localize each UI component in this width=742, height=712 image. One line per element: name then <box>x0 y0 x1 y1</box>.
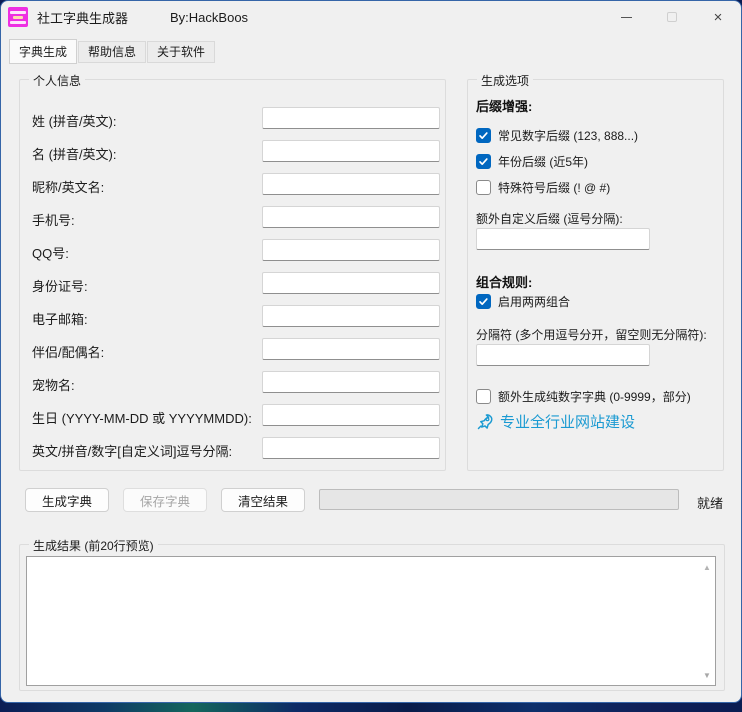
tab-help-info[interactable]: 帮助信息 <box>78 41 147 63</box>
suffix-section-title: 后缀增强: <box>476 99 533 114</box>
extra-suffix-input[interactable] <box>476 228 650 250</box>
numeric-dict-label: 额外生成纯数字字典 (0-9999，部分) <box>498 390 691 404</box>
clear-button[interactable]: 清空结果 <box>221 488 305 512</box>
form-row-surname: 姓 (拼音/英文): <box>32 107 440 129</box>
pairwise-combo-label: 启用两两组合 <box>498 295 571 309</box>
scroll-up-icon[interactable]: ▲ <box>700 560 714 574</box>
extra-suffix-input-wrap <box>476 228 650 250</box>
common-number-suffix-checkbox[interactable] <box>476 128 491 143</box>
options-legend: 生成选项 <box>477 72 534 89</box>
customwords-label: 英文/拼音/数字[自定义词]逗号分隔: <box>32 444 233 459</box>
nickname-label: 昵称/英文名: <box>32 180 105 195</box>
window-byline: By:HackBoos <box>170 9 249 25</box>
maximize-icon <box>649 1 695 33</box>
year-suffix-checkbox[interactable] <box>476 154 491 169</box>
numeric-dict-row: 额外生成纯数字字典 (0-9999，部分) <box>476 388 691 405</box>
year-suffix-row: 年份后缀 (近5年) <box>476 153 588 170</box>
form-row-phone: 手机号: <box>32 206 440 228</box>
year-suffix-label: 年份后缀 (近5年) <box>498 155 589 169</box>
form-row-firstname: 名 (拼音/英文): <box>32 140 440 162</box>
form-row-pet: 宠物名: <box>32 371 440 393</box>
form-row-partner: 伴侣/配偶名: <box>32 338 440 360</box>
idcard-label: 身份证号: <box>32 279 88 294</box>
firstname-label: 名 (拼音/英文): <box>32 147 117 162</box>
surname-input[interactable] <box>262 107 440 129</box>
email-label: 电子邮箱: <box>32 312 88 327</box>
tab-strip: 字典生成 帮助信息 关于软件 <box>9 39 216 64</box>
scroll-down-icon[interactable]: ▼ <box>700 668 714 682</box>
promo-link[interactable]: 专业全行业网站建设 <box>476 411 635 432</box>
extra-suffix-label: 额外自定义后缀 (逗号分隔): <box>476 212 623 226</box>
results-textarea[interactable]: ▲ ▼ <box>26 556 716 686</box>
combo-section-title: 组合规则: <box>476 275 533 290</box>
special-symbol-suffix-row: 特殊符号后缀 (! @ #) <box>476 179 610 196</box>
tab-about[interactable]: 关于软件 <box>147 41 216 63</box>
form-row-nickname: 昵称/英文名: <box>32 173 440 195</box>
tab-dict-generate[interactable]: 字典生成 <box>9 39 78 64</box>
form-row-email: 电子邮箱: <box>32 305 440 327</box>
separator-label: 分隔符 (多个用逗号分开，留空则无分隔符): <box>476 328 707 342</box>
qq-input[interactable] <box>262 239 440 261</box>
qq-label: QQ号: <box>32 246 69 261</box>
title-bar: 社工字典生成器 By:HackBoos × <box>1 1 741 33</box>
form-row-idcard: 身份证号: <box>32 272 440 294</box>
rocket-icon <box>476 413 494 431</box>
nickname-input[interactable] <box>262 173 440 195</box>
status-label: 就绪 <box>697 496 724 511</box>
app-window: 社工字典生成器 By:HackBoos × 字典生成 帮助信息 关于软件 个人信… <box>0 0 742 703</box>
firstname-input[interactable] <box>262 140 440 162</box>
special-symbol-suffix-label: 特殊符号后缀 (! @ #) <box>498 181 611 195</box>
phone-label: 手机号: <box>32 213 75 228</box>
form-row-birthday: 生日 (YYYY-MM-DD 或 YYYYMMDD): <box>32 404 440 426</box>
common-number-suffix-row: 常见数字后缀 (123, 888...) <box>476 127 638 144</box>
surname-label: 姓 (拼音/英文): <box>32 114 117 129</box>
partner-input[interactable] <box>262 338 440 360</box>
minimize-icon[interactable] <box>603 1 649 33</box>
results-scrollbar[interactable]: ▲ ▼ <box>700 558 714 684</box>
pet-label: 宠物名: <box>32 378 75 393</box>
idcard-input[interactable] <box>262 272 440 294</box>
progress-bar <box>319 489 679 510</box>
form-row-customwords: 英文/拼音/数字[自定义词]逗号分隔: <box>32 437 440 459</box>
window-title: 社工字典生成器 <box>37 10 129 26</box>
separator-input-wrap <box>476 344 650 366</box>
pairwise-combo-checkbox[interactable] <box>476 294 491 309</box>
promo-link-label: 专业全行业网站建设 <box>500 414 636 431</box>
birthday-input[interactable] <box>262 404 440 426</box>
separator-input[interactable] <box>476 344 650 366</box>
form-row-qq: QQ号: <box>32 239 440 261</box>
birthday-label: 生日 (YYYY-MM-DD 或 YYYYMMDD): <box>32 411 252 426</box>
customwords-input[interactable] <box>262 437 440 459</box>
special-symbol-suffix-checkbox[interactable] <box>476 180 491 195</box>
close-icon[interactable]: × <box>695 1 741 33</box>
generate-button[interactable]: 生成字典 <box>25 488 109 512</box>
caption-buttons: × <box>603 1 741 33</box>
pet-input[interactable] <box>262 371 440 393</box>
personal-info-legend: 个人信息 <box>29 72 86 89</box>
phone-input[interactable] <box>262 206 440 228</box>
numeric-dict-checkbox[interactable] <box>476 389 491 404</box>
personal-info-group: 个人信息 姓 (拼音/英文): 名 (拼音/英文): 昵称/英文名: 手机号: … <box>19 72 446 471</box>
partner-label: 伴侣/配偶名: <box>32 345 105 360</box>
results-legend: 生成结果 (前20行预览) <box>29 537 158 554</box>
save-button[interactable]: 保存字典 <box>123 488 207 512</box>
common-number-suffix-label: 常见数字后缀 (123, 888...) <box>498 129 639 143</box>
results-group: 生成结果 (前20行预览) ▲ ▼ <box>19 537 725 691</box>
options-group: 生成选项 后缀增强: 常见数字后缀 (123, 888...) 年份后缀 (近5… <box>467 72 724 471</box>
results-content <box>29 558 699 684</box>
app-icon <box>8 7 28 27</box>
pairwise-combo-row: 启用两两组合 <box>476 293 570 310</box>
email-input[interactable] <box>262 305 440 327</box>
